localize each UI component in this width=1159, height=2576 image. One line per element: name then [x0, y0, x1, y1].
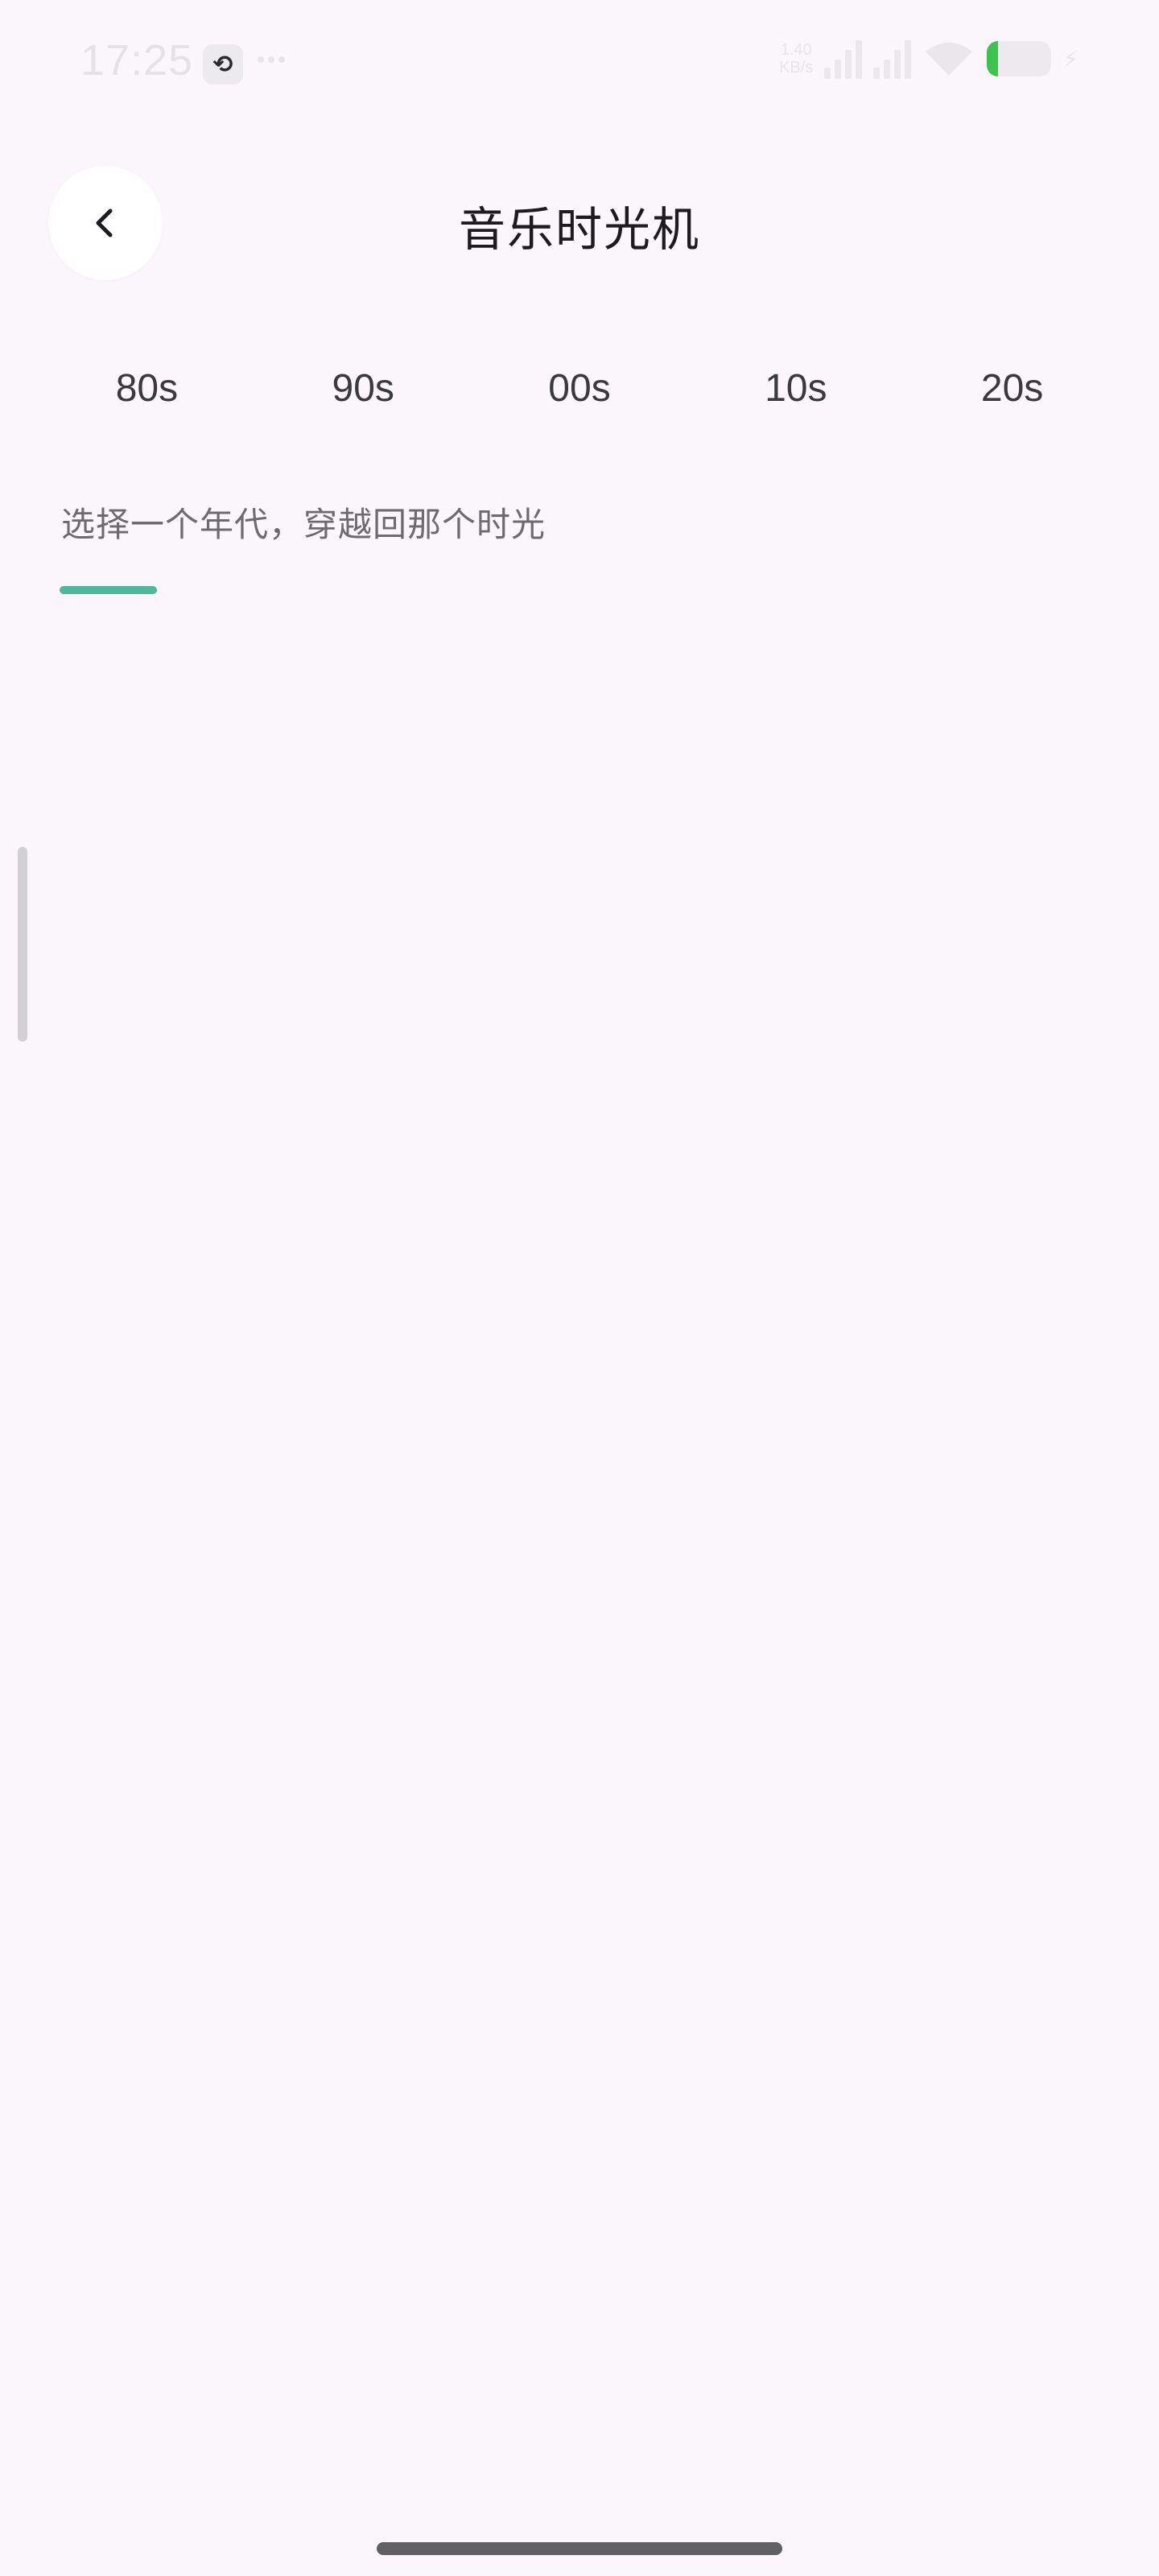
- charging-icon: ⚡: [1062, 45, 1079, 72]
- network-speed-unit: KB/s: [779, 59, 814, 76]
- tab-20s[interactable]: 20s: [904, 366, 1120, 431]
- tab-80s[interactable]: 80s: [39, 366, 255, 431]
- signal-1-icon: [824, 39, 863, 79]
- decade-tabs: 80s 90s 00s 10s 20s: [39, 366, 1120, 431]
- signal-2-icon: [873, 39, 912, 79]
- network-speed: 1.40 KB/s: [779, 41, 813, 76]
- tab-00s[interactable]: 00s: [472, 366, 688, 431]
- battery-icon: [987, 41, 1052, 76]
- home-indicator[interactable]: [377, 2542, 782, 2555]
- status-time: 17:25: [80, 36, 194, 85]
- battery-level: [987, 41, 999, 76]
- tab-90s[interactable]: 90s: [255, 366, 472, 431]
- network-speed-value: 1.40: [780, 41, 812, 59]
- page-title: 音乐时光机: [458, 202, 700, 257]
- selected-tab-indicator: [60, 586, 157, 594]
- status-bar: 17:25 ⟲ 1.40 KB/s ⚡: [0, 0, 1159, 129]
- more-notifications-icon: [258, 56, 285, 63]
- scrollbar-thumb[interactable]: [18, 847, 27, 1042]
- wifi-icon: [922, 39, 975, 79]
- app-notification-icon: ⟲: [203, 44, 243, 85]
- status-indicators: 1.40 KB/s ⚡: [779, 39, 1079, 79]
- subtitle-text: 选择一个年代，穿越回那个时光: [61, 505, 547, 544]
- tab-10s[interactable]: 10s: [687, 366, 904, 431]
